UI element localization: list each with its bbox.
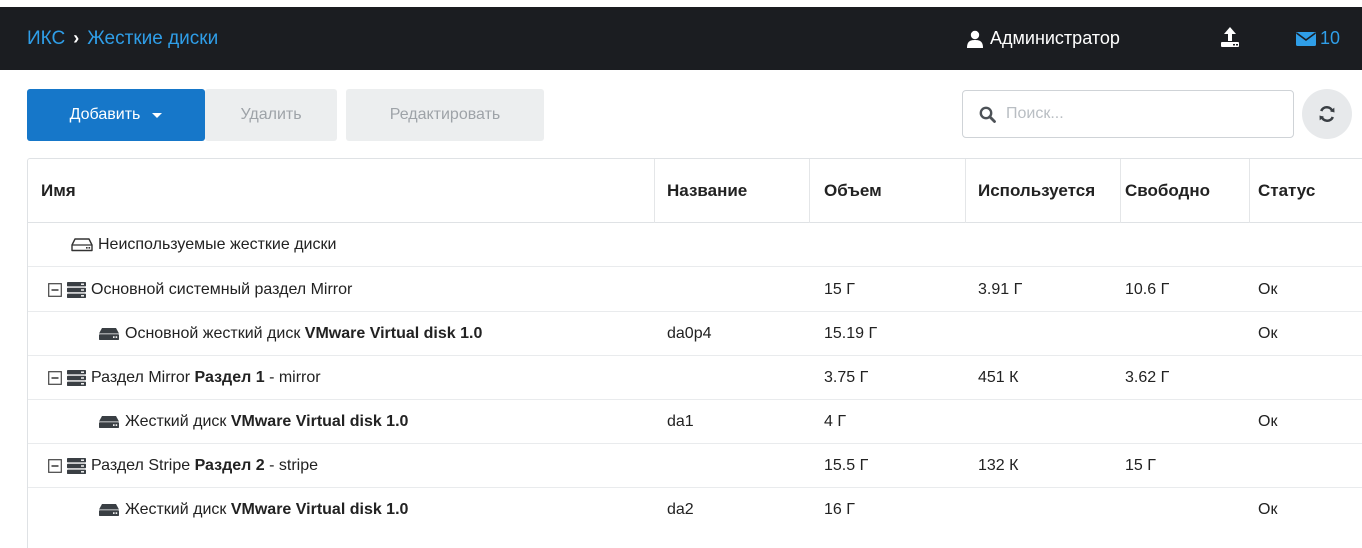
- row-name-cell: Раздел Stripe Раздел 2 - stripe: [48, 444, 318, 488]
- row-status: Ок: [1258, 501, 1278, 518]
- search-input[interactable]: [1006, 105, 1276, 123]
- caret-down-icon: [152, 112, 163, 118]
- row-name-text: Жесткий диск: [125, 501, 227, 518]
- row-status: Ок: [1258, 413, 1278, 430]
- column-header-status[interactable]: Статус: [1258, 159, 1315, 223]
- hard-drive-icon: [99, 416, 119, 428]
- row-name-text: Жесткий диск: [125, 413, 227, 430]
- row-title: da0p4: [667, 325, 712, 342]
- row-name-text: Раздел Stripe: [91, 457, 191, 474]
- breadcrumb-current-link[interactable]: Жесткие диски: [87, 28, 218, 50]
- row-name-cell: Жесткий диск VMware Virtual disk 1.0: [98, 488, 408, 532]
- server-array-icon: [67, 458, 86, 474]
- user-icon: [967, 30, 983, 48]
- row-size: 16 Г: [824, 501, 855, 518]
- row-name-text: Основной системный раздел Mirror: [91, 281, 353, 298]
- row-name-cell: Неиспользуемые жесткие диски: [71, 223, 336, 267]
- add-button-label: Добавить: [69, 106, 141, 123]
- hard-drive-outline-icon: [71, 238, 93, 252]
- toolbar: Добавить Удалить Редактировать: [27, 89, 544, 141]
- table-row[interactable]: Основной системный раздел Mirror 15 Г 3.…: [28, 268, 1362, 312]
- column-header-name[interactable]: Имя: [41, 159, 76, 223]
- table-row[interactable]: Основной жесткий диск VMware Virtual dis…: [28, 312, 1362, 356]
- refresh-button[interactable]: [1302, 89, 1352, 139]
- upload-icon[interactable]: [1220, 26, 1240, 53]
- row-size: 15.5 Г: [824, 457, 869, 474]
- disks-table: Имя Название Объем Используется Свободно…: [27, 158, 1362, 548]
- breadcrumb-separator-icon: ›: [73, 28, 80, 48]
- delete-button[interactable]: Удалить: [205, 89, 337, 141]
- server-array-icon: [67, 370, 86, 386]
- row-name-partition: Раздел 2: [194, 457, 265, 474]
- table-row[interactable]: Неиспользуемые жесткие диски: [28, 223, 1362, 267]
- hard-drive-icon: [99, 504, 119, 516]
- row-free: 3.62 Г: [1125, 369, 1170, 386]
- server-array-icon: [67, 282, 86, 298]
- row-name-text: Основной жесткий диск: [125, 325, 301, 342]
- search-box: [962, 90, 1294, 138]
- search-icon: [979, 106, 996, 123]
- row-name-model: VMware Virtual disk 1.0: [230, 501, 409, 518]
- refresh-icon: [1319, 105, 1335, 123]
- column-header-used[interactable]: Используется: [978, 159, 1095, 223]
- breadcrumb: ИКС › Жесткие диски: [27, 7, 218, 70]
- row-size: 3.75 Г: [824, 369, 869, 386]
- row-status: Ок: [1258, 325, 1278, 342]
- row-status: Ок: [1258, 281, 1278, 298]
- table-row[interactable]: Раздел Mirror Раздел 1 - mirror 3.75 Г 4…: [28, 356, 1362, 400]
- hard-drive-icon: [99, 328, 119, 340]
- row-name-text: Раздел Mirror: [91, 369, 191, 386]
- row-title: da2: [667, 501, 694, 518]
- breadcrumb-root-link[interactable]: ИКС: [27, 28, 65, 50]
- row-name-model: VMware Virtual disk 1.0: [230, 413, 409, 430]
- envelope-icon: [1296, 32, 1316, 46]
- row-name-text: Неиспользуемые жесткие диски: [98, 236, 337, 253]
- collapse-toggle-icon[interactable]: [48, 283, 62, 297]
- collapse-toggle-icon[interactable]: [48, 459, 62, 473]
- table-row[interactable]: Раздел Stripe Раздел 2 - stripe 15.5 Г 1…: [28, 444, 1362, 488]
- column-header-free[interactable]: Свободно: [1125, 159, 1210, 223]
- row-used: 451 К: [978, 369, 1019, 386]
- row-size: 15.19 Г: [824, 325, 878, 342]
- user-name: Администратор: [990, 28, 1120, 48]
- table-row[interactable]: Жесткий диск VMware Virtual disk 1.0 da2…: [28, 488, 1362, 532]
- messages-button[interactable]: 10: [1296, 7, 1340, 70]
- edit-button[interactable]: Редактировать: [346, 89, 544, 141]
- column-header-size[interactable]: Объем: [824, 159, 882, 223]
- table-header: Имя Название Объем Используется Свободно…: [28, 159, 1362, 223]
- row-name-cell: Жесткий диск VMware Virtual disk 1.0: [98, 400, 408, 444]
- column-divider: [965, 159, 966, 223]
- row-size: 4 Г: [824, 413, 847, 430]
- message-count: 10: [1320, 28, 1341, 48]
- column-divider: [1120, 159, 1121, 223]
- column-divider: [1249, 159, 1250, 223]
- column-divider: [809, 159, 810, 223]
- row-used: 3.91 Г: [978, 281, 1023, 298]
- row-name-type: - stripe: [264, 457, 318, 474]
- row-name-cell: Раздел Mirror Раздел 1 - mirror: [48, 356, 321, 400]
- row-free: 10.6 Г: [1125, 281, 1170, 298]
- table-row[interactable]: Жесткий диск VMware Virtual disk 1.0 da1…: [28, 400, 1362, 444]
- user-menu[interactable]: Администратор: [966, 7, 1120, 70]
- row-used: 132 К: [978, 457, 1019, 474]
- add-dropdown-button[interactable]: Добавить: [27, 89, 205, 141]
- row-title: da1: [667, 413, 694, 430]
- row-name-cell: Основной системный раздел Mirror: [48, 268, 352, 312]
- row-free: 15 Г: [1125, 457, 1156, 474]
- row-name-type: - mirror: [264, 369, 321, 386]
- column-header-title[interactable]: Название: [667, 159, 747, 223]
- collapse-toggle-icon[interactable]: [48, 371, 62, 385]
- row-size: 15 Г: [824, 281, 855, 298]
- top-bar: ИКС › Жесткие диски Администратор 10: [0, 7, 1362, 70]
- row-name-model: VMware Virtual disk 1.0: [304, 325, 483, 342]
- row-name-partition: Раздел 1: [194, 369, 265, 386]
- row-name-cell: Основной жесткий диск VMware Virtual dis…: [98, 312, 482, 356]
- column-divider: [654, 159, 655, 223]
